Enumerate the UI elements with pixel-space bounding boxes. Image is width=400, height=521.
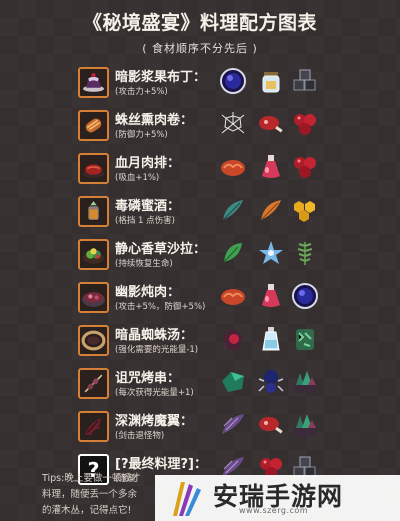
steak-icon xyxy=(81,156,106,181)
dish-frame xyxy=(78,282,109,313)
stew-icon xyxy=(81,285,106,310)
skewer-icon xyxy=(81,371,106,396)
recipe-row: 诅咒烤串： (每次获得光能量+1) xyxy=(0,367,400,403)
green-leaf-icon xyxy=(218,238,248,268)
recipe-row: 静心香草沙拉： (持续恢复生命) xyxy=(0,238,400,274)
recipe-row: 深渊烤魔翼： (剑击退怪物) xyxy=(0,410,400,446)
dish-name: 血月肉排： xyxy=(115,156,181,171)
meat-roll-icon xyxy=(81,113,106,138)
dark-cubes-icon xyxy=(290,66,320,96)
brain-meat-icon xyxy=(218,281,248,311)
wing-icon xyxy=(81,414,106,439)
dish-frame xyxy=(78,325,109,356)
dish-name: 幽影炖肉： xyxy=(115,285,181,300)
red-potion-icon xyxy=(256,281,286,311)
dish-frame xyxy=(78,196,109,227)
dish-effect: (持续恢复生命) xyxy=(115,259,173,269)
page-subtitle: ( 食材顺序不分先后 ) xyxy=(142,42,258,55)
recipe-row: 血月肉排： (吸血+1%) xyxy=(0,152,400,188)
dish-frame xyxy=(78,411,109,442)
blue-flower-icon xyxy=(256,238,286,268)
spider-icon xyxy=(256,367,286,397)
dish-effect: (攻击+5%，防御+5%) xyxy=(115,302,206,312)
salad-icon xyxy=(81,242,106,267)
dish-name: 静心香草沙拉： xyxy=(115,242,207,257)
spider-web-icon xyxy=(218,109,248,139)
water-bottle-icon xyxy=(256,324,286,354)
dish-name: 暗影浆果布丁： xyxy=(115,70,207,85)
red-potion-icon xyxy=(256,152,286,182)
crystal-moss-icon xyxy=(290,367,320,397)
recipe-row: 蛛丝熏肉卷： (防御力+5%) xyxy=(0,109,400,145)
pudding-icon xyxy=(81,70,106,95)
dish-name: 蛛丝熏肉卷： xyxy=(115,113,194,128)
dish-effect: (格挡 1 点伤害) xyxy=(115,216,175,226)
watermark-url: www.szerg.com xyxy=(239,506,309,515)
red-berries-icon xyxy=(290,109,320,139)
shadow-orb-icon xyxy=(218,66,248,96)
dish-frame xyxy=(78,110,109,141)
dish-effect: (每次获得光能量+1) xyxy=(115,388,194,398)
jar-icon xyxy=(256,66,286,96)
dish-name: 诅咒烤串： xyxy=(115,371,181,386)
dish-name: 毒磷蜜酒： xyxy=(115,199,181,214)
dish-effect: (攻击力+5%) xyxy=(115,87,168,97)
crystal-moss-icon xyxy=(290,410,320,440)
ham-icon xyxy=(256,410,286,440)
recipe-row: 暗影浆果布丁： (攻击力+5%) xyxy=(0,66,400,102)
brain-meat-icon xyxy=(218,152,248,182)
emerald-ore-icon xyxy=(218,367,248,397)
recipe-row: 幽影炖肉： (攻击+5%，防御+5%) xyxy=(0,281,400,317)
recipe-row: 暗晶蜘蛛汤： (强化需要的光能量-1) xyxy=(0,324,400,360)
dish-frame xyxy=(78,153,109,184)
teal-feather-icon xyxy=(218,195,248,225)
dish-name: 暗晶蜘蛛汤： xyxy=(115,328,194,343)
honeycomb-icon xyxy=(290,195,320,225)
dish-name: 深渊烤魔翼： xyxy=(115,414,194,429)
dish-name: [?最终料理?]： xyxy=(115,457,207,472)
orange-feather-icon xyxy=(256,195,286,225)
dish-effect: (防御力+5%) xyxy=(115,130,168,140)
dish-effect: (剑击退怪物) xyxy=(115,431,165,441)
watermark-logo-icon xyxy=(173,482,201,516)
fern-icon xyxy=(290,238,320,268)
red-berries-icon xyxy=(290,152,320,182)
dish-frame xyxy=(78,67,109,98)
dish-effect: (强化需要的光能量-1) xyxy=(115,345,199,355)
dish-frame xyxy=(78,239,109,270)
dark-gem-icon xyxy=(218,324,248,354)
dish-effect: (吸血+1%) xyxy=(115,173,160,183)
page-title: 《秘境盛宴》料理配方图表 xyxy=(82,12,317,34)
purple-fin-icon xyxy=(218,410,248,440)
moss-icon xyxy=(290,324,320,354)
recipe-row: 毒磷蜜酒： (格挡 1 点伤害) xyxy=(0,195,400,231)
ham-icon xyxy=(256,109,286,139)
shadow-orb-icon xyxy=(290,281,320,311)
mead-icon xyxy=(81,199,106,224)
soup-icon xyxy=(81,328,106,353)
watermark-banner: 安瑞手游网 www.szerg.com xyxy=(155,475,400,521)
dish-frame xyxy=(78,368,109,399)
